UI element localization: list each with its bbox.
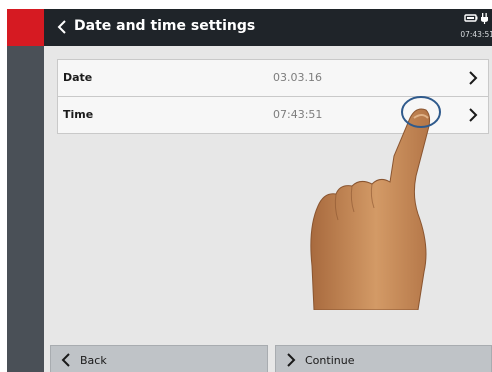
continue-button[interactable]: Continue	[275, 345, 492, 372]
power-plug-icon	[481, 13, 488, 24]
status-icons	[464, 13, 488, 24]
chevron-left-icon[interactable]	[54, 19, 70, 35]
chevron-left-icon	[61, 353, 70, 367]
status-time: 07:43:51	[460, 30, 492, 39]
sidebar-accent	[7, 9, 44, 46]
row-value: 03.03.16	[273, 71, 322, 84]
chevron-right-icon	[287, 353, 296, 367]
touch-indicator-circle	[401, 96, 441, 128]
row-label: Date	[63, 71, 93, 84]
back-button-label: Back	[80, 354, 107, 367]
chevron-right-icon	[469, 71, 478, 85]
chevron-right-icon	[469, 108, 478, 122]
battery-icon	[464, 14, 478, 22]
footer-bar: Back Continue	[44, 337, 492, 372]
back-button[interactable]: Back	[50, 345, 268, 372]
page-title: Date and time settings	[74, 18, 256, 34]
list-item-date[interactable]: Date 03.03.16	[58, 60, 488, 96]
sidebar	[7, 46, 44, 372]
header-bar: Date and time settings 07:43:51	[44, 9, 492, 46]
row-label: Time	[63, 108, 94, 121]
continue-button-label: Continue	[305, 354, 355, 367]
